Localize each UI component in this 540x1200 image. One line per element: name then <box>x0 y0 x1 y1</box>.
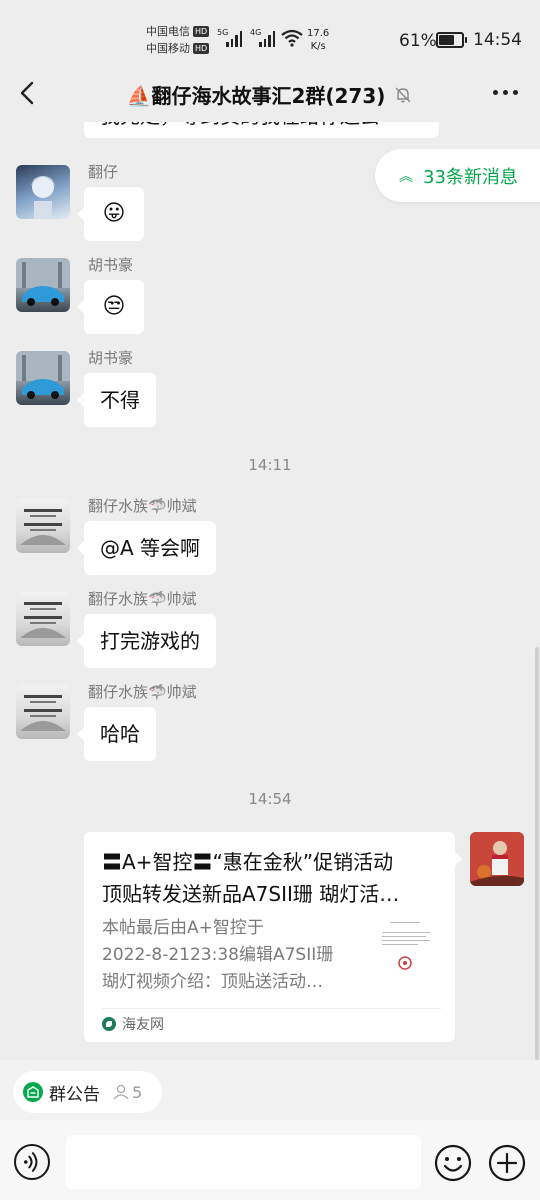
avatar[interactable] <box>16 165 70 219</box>
battery-icon <box>436 32 467 48</box>
source-logo-icon <box>102 1017 116 1031</box>
notice-icon <box>23 1082 43 1102</box>
hd-badge-1: HD <box>193 26 210 37</box>
message-bubble[interactable]: 😒 <box>77 280 144 334</box>
input-bar <box>0 1120 540 1200</box>
person-icon <box>113 1084 129 1100</box>
new-messages-label: 33条新消息 <box>423 166 518 188</box>
avatar[interactable] <box>16 499 70 553</box>
status-bar: 中国电信 HD 中国移动 HD 5G 4G 17.6 K/s 61% 14:54 <box>0 0 540 66</box>
avatar[interactable] <box>16 351 70 405</box>
link-card-description: 本帖最后由A+智控于 2022-8-2123:38编辑A7SII珊 瑚灯视频介绍… <box>102 918 334 992</box>
sender-name: 胡书豪 <box>88 256 134 274</box>
voice-icon[interactable] <box>14 1144 50 1180</box>
notice-label: 群公告 <box>49 1084 100 1105</box>
scrollbar[interactable] <box>535 647 539 1060</box>
message-bubble[interactable]: 打完游戏的 <box>77 614 216 668</box>
chat-message-list[interactable]: 我先走，等到货的我在给你送去 ︽ 33条新消息 翻仔 😛 胡书豪 😒 胡书豪 不… <box>0 122 540 1060</box>
carrier-2: 中国移动 <box>146 42 190 55</box>
partial-message-bubble: 我先走，等到货的我在给你送去 <box>84 122 439 138</box>
mute-bell-icon <box>395 87 411 103</box>
sender-name: 翻仔 <box>88 163 119 181</box>
message-bubble[interactable]: 哈哈 <box>77 707 156 761</box>
wifi-icon <box>281 29 303 47</box>
message-bubble[interactable]: 不得 <box>77 373 156 427</box>
message-input[interactable] <box>66 1135 421 1189</box>
message-bubble[interactable]: 😛 <box>77 187 144 241</box>
emoji-icon[interactable] <box>434 1144 472 1182</box>
timestamp: 14:11 <box>248 456 292 474</box>
plus-icon[interactable] <box>488 1144 526 1182</box>
chat-title-area[interactable]: ⛵翻仔海水故事汇2群(273) <box>0 80 540 109</box>
battery-percent: 61% <box>399 31 437 51</box>
emoji-tongue: 😛 <box>102 201 126 226</box>
timestamp: 14:54 <box>248 790 292 808</box>
emoji-unamused: 😒 <box>102 294 126 319</box>
clock: 14:54 <box>473 30 522 50</box>
hd-badge-2: HD <box>193 43 210 54</box>
notice-member-count: 5 <box>112 1083 142 1102</box>
sender-name: 翻仔水族🦈帅斌 <box>88 683 197 701</box>
net-speed: 17.6 K/s <box>307 28 330 52</box>
double-chevron-up-icon: ︽ <box>399 168 413 185</box>
notice-area: 群公告 5 <box>0 1060 540 1120</box>
sender-name: 胡书豪 <box>88 349 134 367</box>
carrier-info: 中国电信 HD 中国移动 HD <box>146 23 210 57</box>
message-bubble[interactable]: @A 等会啊 <box>76 521 217 575</box>
link-card-divider <box>102 1008 441 1009</box>
link-card-thumbnail <box>370 912 442 984</box>
sender-name: 翻仔水族🦈帅斌 <box>88 497 197 515</box>
avatar[interactable] <box>16 592 70 646</box>
group-notice-button[interactable]: 群公告 5 <box>13 1071 162 1113</box>
avatar[interactable] <box>16 685 70 739</box>
link-card-title: 〓A+智控〓“惠在金秋”促销活动 顶贴转发送新品A7SII珊 瑚灯活… <box>102 850 400 906</box>
new-messages-button[interactable]: ︽ 33条新消息 <box>375 149 540 202</box>
link-card[interactable]: 〓A+智控〓“惠在金秋”促销活动 顶贴转发送新品A7SII珊 瑚灯活… 本帖最后… <box>84 832 462 1042</box>
carrier-1: 中国电信 <box>146 25 190 38</box>
avatar[interactable] <box>16 258 70 312</box>
chat-header: ⛵翻仔海水故事汇2群(273) <box>0 66 540 122</box>
my-avatar[interactable] <box>470 832 524 886</box>
sender-name: 翻仔水族🦈帅斌 <box>88 590 197 608</box>
more-dots-icon[interactable] <box>493 90 518 95</box>
link-card-source: 海友网 <box>102 1014 164 1034</box>
chat-title: ⛵翻仔海水故事汇2群(273) <box>126 84 386 108</box>
